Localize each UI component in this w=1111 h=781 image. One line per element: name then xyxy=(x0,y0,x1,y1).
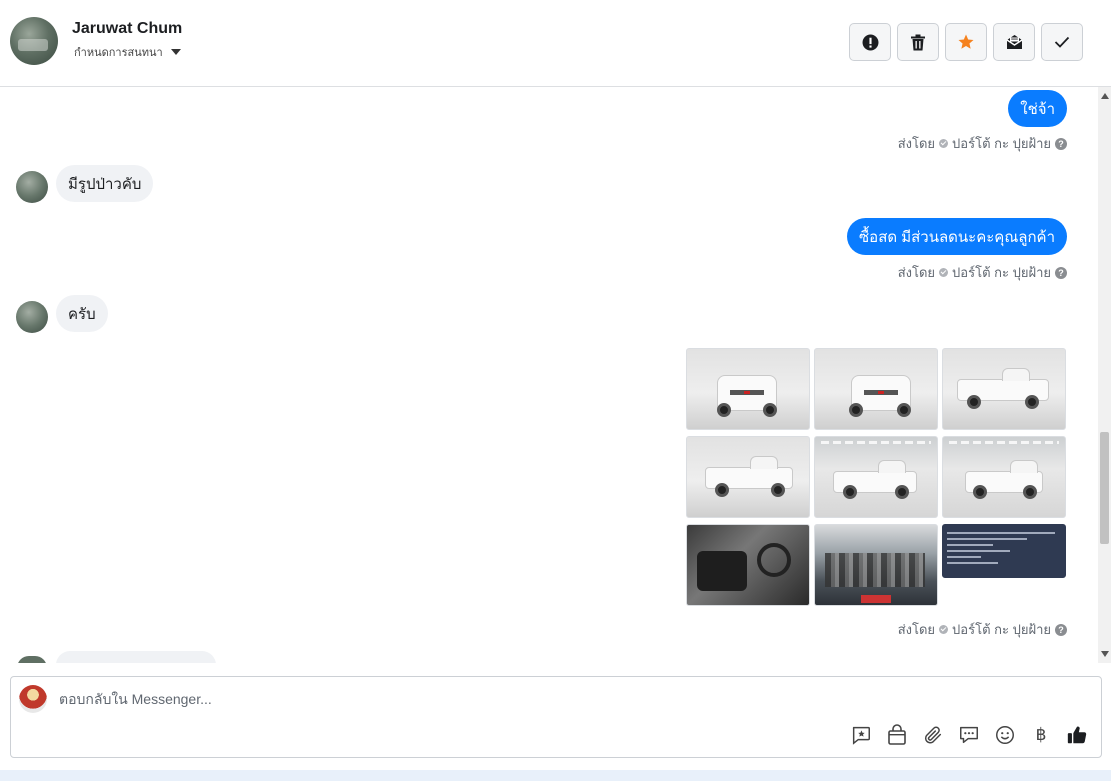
scrollbar-thumb[interactable] xyxy=(1100,432,1109,544)
emoji-button[interactable] xyxy=(993,723,1017,747)
car-photo-side-right[interactable] xyxy=(942,436,1066,518)
car-photo-rear[interactable] xyxy=(686,436,810,518)
thread-scrollbar[interactable] xyxy=(1098,87,1111,663)
saved-reply-icon xyxy=(852,726,870,745)
incoming-message[interactable]: มีรูปป่าวคับ xyxy=(56,165,154,202)
photo-attachment-grid xyxy=(686,348,1067,606)
mark-done-button[interactable] xyxy=(1041,23,1083,61)
scroll-up-arrow-icon[interactable] xyxy=(1101,93,1109,99)
spam-button[interactable] xyxy=(849,23,891,61)
assign-label: กำหนดการสนทนา xyxy=(74,47,163,59)
message-thread[interactable]: ใช่จ้า ส่งโดย ปอร์โต้ กะ ปุยฝ้าย ? มีรูป… xyxy=(0,87,1098,663)
mark-unread-icon xyxy=(1006,35,1022,49)
car-photo-engine[interactable] xyxy=(814,524,938,606)
saved-reply-button[interactable] xyxy=(849,723,873,747)
sent-by-line: ส่งโดย ปอร์โต้ กะ ปุยฝ้าย ? xyxy=(898,133,1067,154)
outgoing-message[interactable]: ใช่จ้า xyxy=(1008,90,1067,127)
help-icon[interactable]: ? xyxy=(1055,266,1067,279)
contact-avatar-small[interactable] xyxy=(16,301,48,333)
sender-name[interactable]: ปอร์โต้ กะ ปุยฝ้าย xyxy=(952,262,1051,283)
quick-replies-button[interactable] xyxy=(957,723,981,747)
payment-button[interactable]: ฿ xyxy=(1029,723,1053,747)
car-photo-side-left[interactable] xyxy=(814,436,938,518)
car-photo-front-angle[interactable] xyxy=(814,348,938,430)
sent-by-line: ส่งโดย ปอร์โต้ กะ ปุยฝ้าย ? xyxy=(898,262,1067,283)
attachment-icon xyxy=(924,726,942,744)
car-photo-front[interactable] xyxy=(686,348,810,430)
assign-conversation-dropdown[interactable]: กำหนดการสนทนา xyxy=(74,43,181,61)
conversation-actions xyxy=(849,23,1083,61)
attach-file-button[interactable] xyxy=(921,723,945,747)
sender-name[interactable]: ปอร์โต้ กะ ปุยฝ้าย xyxy=(952,619,1051,640)
sent-check-icon xyxy=(939,139,949,148)
baht-icon: ฿ xyxy=(1035,725,1047,745)
shop-bag-icon xyxy=(888,724,906,745)
reply-input[interactable] xyxy=(59,691,659,707)
contact-name[interactable]: Jaruwat Chum xyxy=(72,20,182,38)
trash-icon xyxy=(911,34,925,50)
thumbs-up-icon xyxy=(1067,726,1087,744)
composer-toolbar: ฿ xyxy=(849,723,1089,747)
car-spec-sheet-image[interactable] xyxy=(942,524,1066,578)
page-avatar xyxy=(19,685,47,713)
reply-composer: ฿ xyxy=(10,676,1102,758)
sent-check-icon xyxy=(939,625,949,634)
outgoing-message[interactable]: ซื้อสด มีส่วนลดนะคะคุณลูกค้า xyxy=(847,218,1067,255)
shop-button[interactable] xyxy=(885,723,909,747)
contact-avatar-small[interactable] xyxy=(16,171,48,203)
sent-by-line: ส่งโดย ปอร์โต้ กะ ปุยฝ้าย ? xyxy=(898,619,1067,640)
page-footer-strip xyxy=(0,770,1111,781)
contact-avatar-small[interactable] xyxy=(17,656,47,663)
sent-by-label: ส่งโดย xyxy=(897,622,936,637)
help-icon[interactable]: ? xyxy=(1055,137,1067,150)
conversation-header: Jaruwat Chum กำหนดการสนทนา xyxy=(0,0,1111,87)
checkmark-icon xyxy=(1054,36,1070,48)
incoming-message-partial[interactable] xyxy=(56,651,216,663)
delete-button[interactable] xyxy=(897,23,939,61)
spam-alert-icon xyxy=(862,34,878,50)
like-button[interactable] xyxy=(1065,723,1089,747)
incoming-message[interactable]: ครับ xyxy=(56,295,108,332)
emoji-icon xyxy=(996,726,1014,744)
car-photo-rear-angle[interactable] xyxy=(942,348,1066,430)
sent-by-label: ส่งโดย xyxy=(897,136,936,151)
sender-name[interactable]: ปอร์โต้ กะ ปุยฝ้าย xyxy=(952,133,1051,154)
help-icon[interactable]: ? xyxy=(1055,623,1067,636)
star-button[interactable] xyxy=(945,23,987,61)
scroll-down-arrow-icon[interactable] xyxy=(1101,651,1109,657)
chevron-down-icon xyxy=(170,49,181,55)
contact-avatar[interactable] xyxy=(10,17,58,65)
mark-unread-button[interactable] xyxy=(993,23,1035,61)
car-photo-interior[interactable] xyxy=(686,524,810,606)
star-icon xyxy=(958,34,974,49)
sent-by-label: ส่งโดย xyxy=(897,265,936,280)
chat-bubbles-icon xyxy=(960,726,978,744)
sent-check-icon xyxy=(939,268,949,277)
